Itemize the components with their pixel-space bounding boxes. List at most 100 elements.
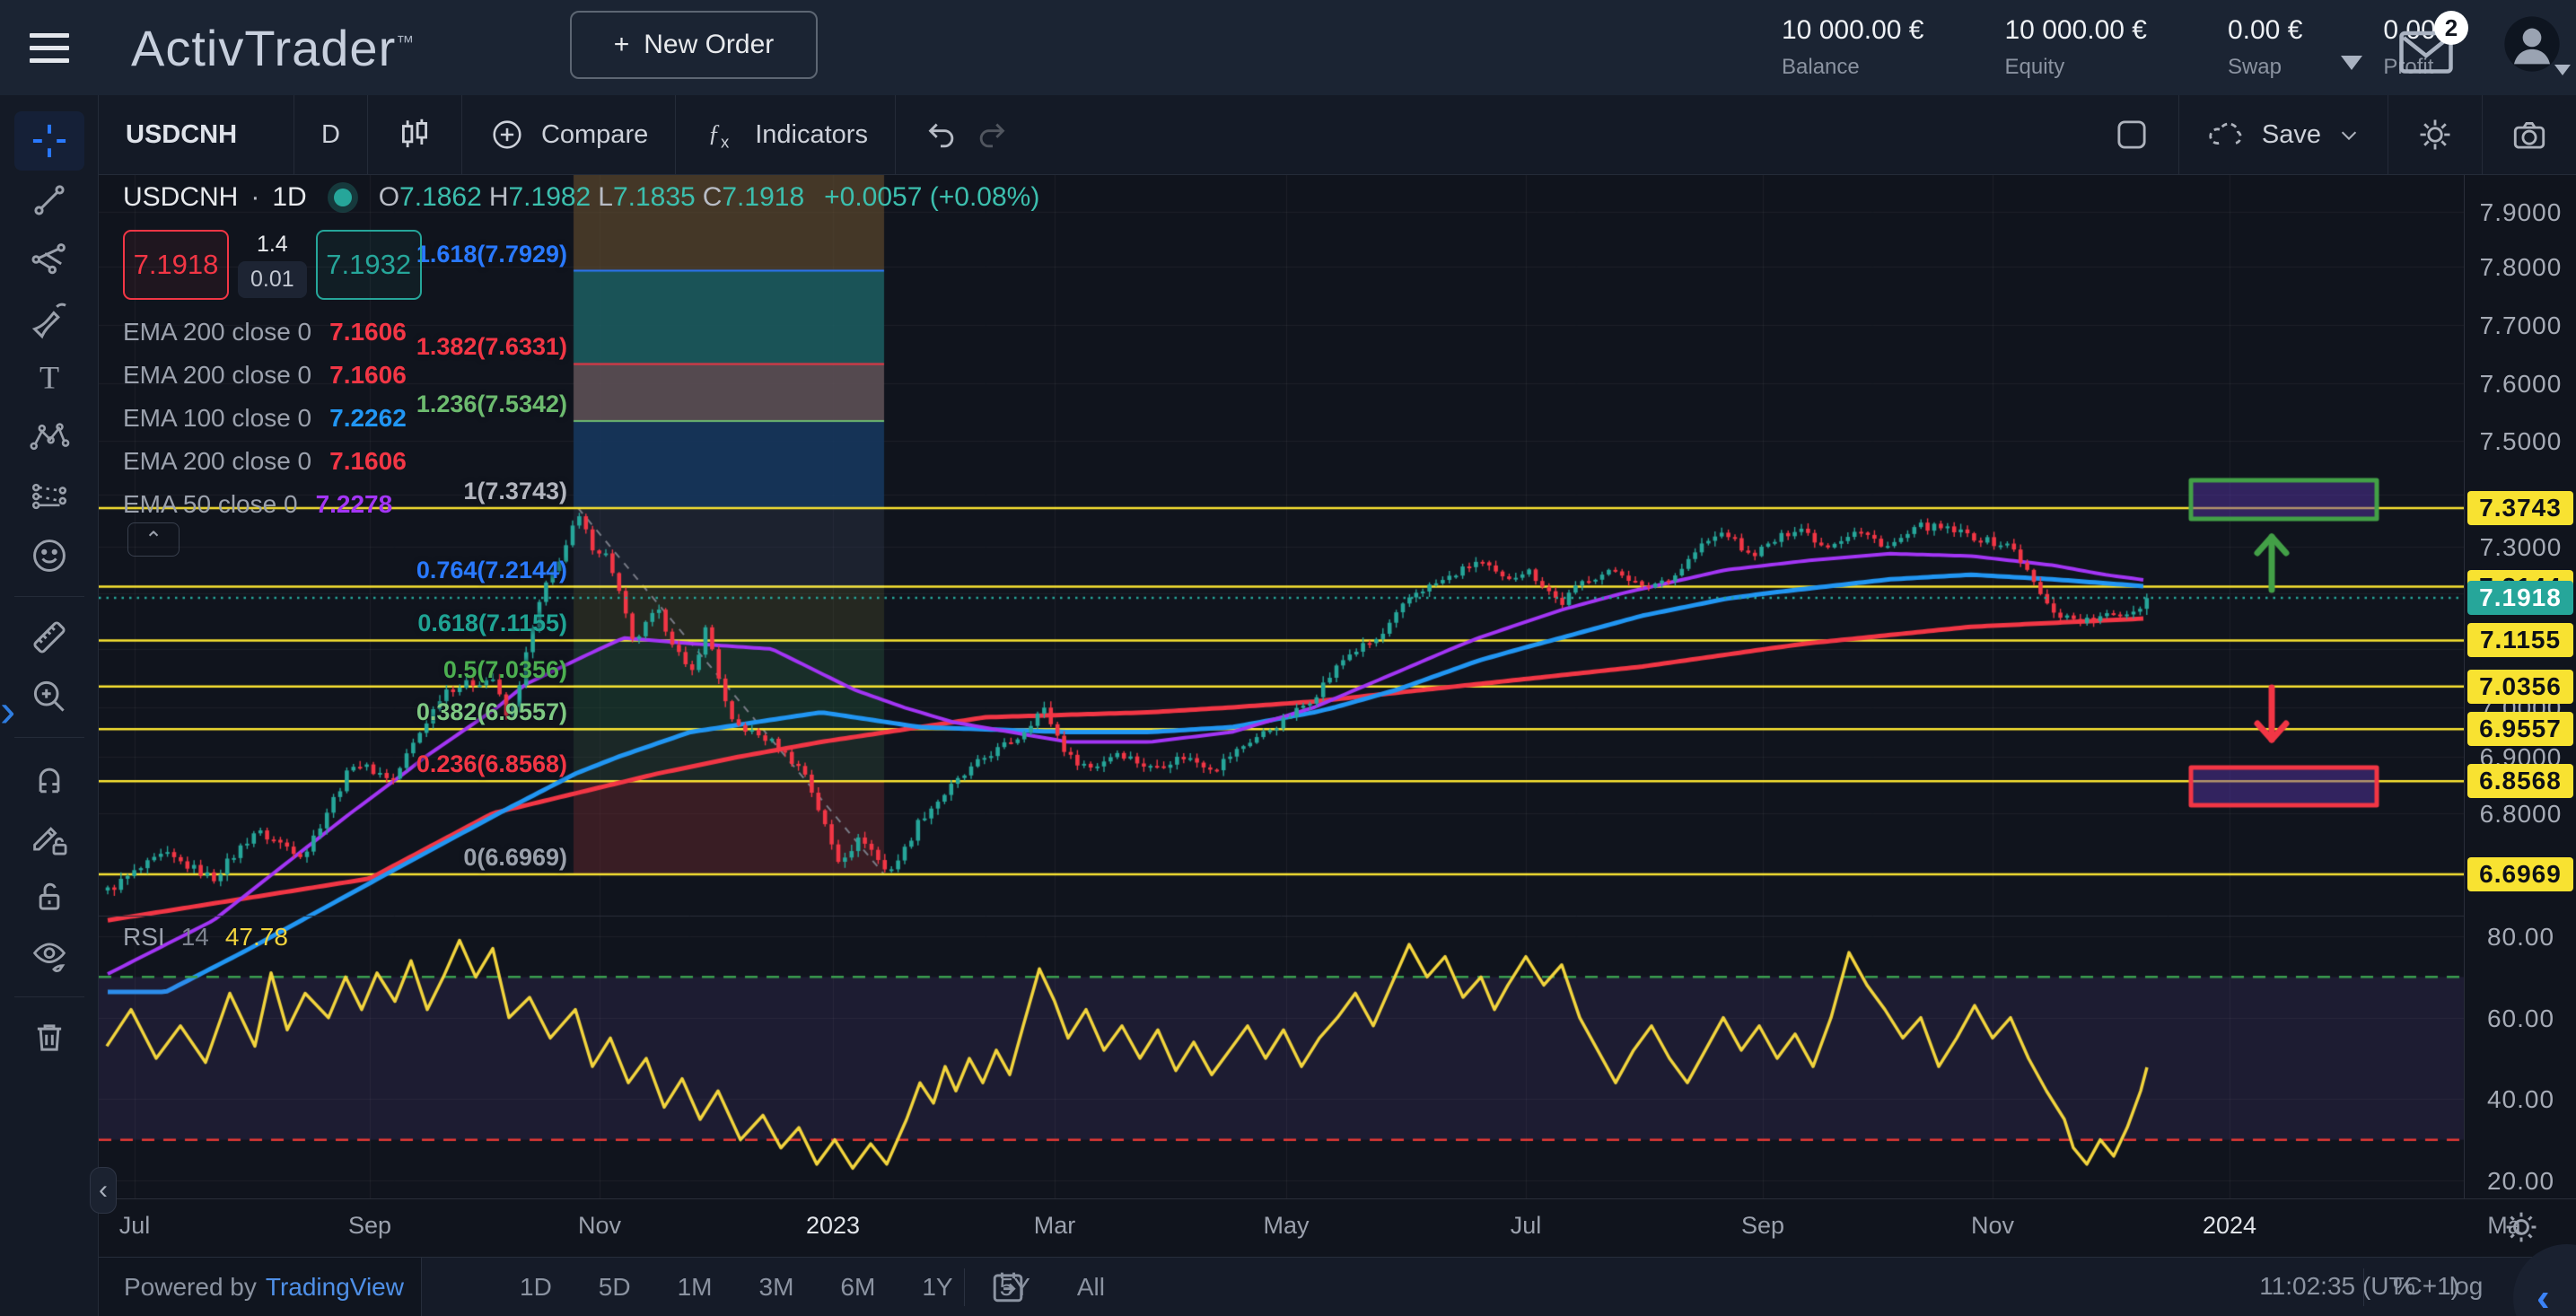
forecast-tool[interactable] (14, 467, 84, 526)
compare-button[interactable]: Compare (462, 95, 676, 174)
trend-line-tool[interactable] (14, 171, 84, 230)
emoji-tool[interactable] (14, 526, 84, 585)
cloud-save-icon (2206, 115, 2246, 154)
indicator-row[interactable]: EMA 200 close 0 7.1606 (123, 440, 407, 483)
pitchfork-tool[interactable] (14, 230, 84, 289)
activtrader-app: ActivTrader™ + New Order 10 000.00 €Bala… (0, 0, 2576, 1316)
range-button-6m[interactable]: 6M (828, 1269, 888, 1305)
indicator-row[interactable]: EMA 50 close 07.2278 (123, 483, 407, 526)
panel-collapse-handle[interactable]: ‹ (90, 1167, 117, 1214)
legend-symbol[interactable]: USDCNH (123, 182, 238, 213)
buy-price-button[interactable]: 7.1932 (316, 230, 422, 300)
redo-icon[interactable] (975, 117, 1011, 153)
legend-separator: · (250, 182, 259, 213)
time-axis[interactable]: JulSepNov2023MarMayJulSepNov2024Ma (99, 1198, 2576, 1257)
go-to-date-button[interactable] (987, 1267, 1029, 1314)
watchlist-expand-chevron-icon[interactable]: › (0, 684, 15, 738)
stat-value: 10 000.00 € (2004, 15, 2146, 46)
ohlc-key: L (598, 182, 613, 212)
time-tick: Sep (316, 1212, 424, 1240)
rsi-legend: RSI 14 47.78 (123, 923, 288, 952)
fullscreen-button[interactable] (2085, 95, 2178, 174)
text-tool[interactable]: T (14, 348, 84, 408)
ohlc-value: 7.1982 (508, 182, 591, 212)
indicator-row[interactable]: EMA 100 close 0 7.2262 (123, 397, 407, 440)
interval-button[interactable]: D (294, 95, 368, 174)
ohlc-value: 7.1862 (399, 182, 482, 212)
tradingview-link[interactable]: TradingView (266, 1273, 404, 1302)
ohlc-key: O (379, 182, 399, 212)
price-chart-canvas[interactable] (99, 175, 2464, 1198)
price-axis[interactable]: 7.90007.80007.70007.60007.50007.30007.00… (2464, 175, 2576, 1198)
zoom-in-tool[interactable] (14, 667, 84, 726)
range-button-1m[interactable]: 1M (665, 1269, 725, 1305)
notification-badge: 2 (2434, 11, 2468, 45)
lock-all-tool[interactable] (14, 867, 84, 926)
time-tick: Sep (1709, 1212, 1817, 1240)
level-price-badge: 6.9557 (2467, 712, 2573, 746)
time-tick: Ma (2450, 1212, 2558, 1240)
brush-tool[interactable] (14, 289, 84, 348)
fib-label: 0.382(6.9557) (416, 698, 567, 726)
save-button[interactable]: Save (2178, 95, 2388, 174)
spread-lot-group: 1.4 0.01 (238, 230, 307, 300)
notifications-button[interactable]: 2 (2395, 20, 2458, 77)
crosshair-tool[interactable] (14, 111, 84, 171)
collapse-indicators-button[interactable]: ⌃ (127, 522, 180, 557)
undo-redo-group (896, 95, 1038, 174)
legend-interval: 1D (272, 182, 306, 213)
sell-price-button[interactable]: 7.1918 (123, 230, 229, 300)
remove-drawings-tool[interactable] (14, 1008, 84, 1067)
indicator-value: 7.1606 (329, 447, 407, 476)
new-order-button[interactable]: + New Order (570, 11, 818, 79)
rsi-tick: 60.00 (2465, 1005, 2576, 1033)
xabcd-pattern-tool[interactable] (14, 408, 84, 467)
chart-style-button[interactable] (368, 95, 462, 174)
level-price-badge: 7.0356 (2467, 670, 2573, 704)
indicator-value: 7.2262 (329, 404, 407, 433)
hide-drawings-tool[interactable] (14, 926, 84, 986)
range-button-1y[interactable]: 1Y (909, 1269, 965, 1305)
rsi-tick: 20.00 (2465, 1167, 2576, 1196)
indicator-label: EMA 200 close 0 (123, 361, 311, 390)
fib-label: 0.618(7.1155) (417, 610, 567, 637)
range-button-5d[interactable]: 5D (586, 1269, 644, 1305)
fib-label: 1.236(7.5342) (416, 390, 567, 418)
app-logo: ActivTrader™ (131, 19, 415, 77)
time-tick: 2023 (779, 1212, 887, 1240)
avatar-dropdown-caret-icon[interactable] (2554, 65, 2571, 75)
indicators-button[interactable]: ƒx Indicators (676, 95, 896, 174)
fx-icon: ƒx (703, 117, 739, 153)
time-tick: 2024 (2176, 1212, 2283, 1240)
range-button-3m[interactable]: 3M (747, 1269, 807, 1305)
rsi-tick: 40.00 (2465, 1085, 2576, 1114)
symbol-search-button[interactable]: USDCNH (99, 95, 294, 174)
scale-button-log[interactable]: log (2449, 1272, 2483, 1301)
level-price-badge: 6.6969 (2467, 857, 2573, 891)
drawing-lock-tool[interactable] (14, 808, 84, 867)
hamburger-menu-icon[interactable] (0, 0, 99, 95)
chart-settings-button[interactable] (2388, 95, 2483, 174)
snapshot-button[interactable] (2483, 95, 2576, 174)
price-tick: 6.8000 (2465, 800, 2576, 829)
market-status-dot-icon[interactable] (334, 189, 352, 206)
lot-size-value[interactable]: 0.01 (238, 261, 307, 298)
indicator-label: EMA 100 close 0 (123, 404, 311, 433)
toolbar-divider (14, 737, 84, 738)
ohlc-key: H (489, 182, 509, 212)
account-stats: 10 000.00 €Balance10 000.00 €Equity0.00 … (1782, 0, 2458, 95)
price-tick: 7.9000 (2465, 198, 2576, 227)
scale-button-percent[interactable]: % (2393, 1272, 2415, 1301)
magnet-tool[interactable] (14, 749, 84, 808)
indicator-row[interactable]: EMA 200 close 07.1606 (123, 311, 407, 354)
measure-tool[interactable] (14, 608, 84, 667)
legend-ohlc: O7.1862H7.1982L7.1835C7.1918 (379, 182, 811, 213)
indicator-row[interactable]: EMA 200 close 07.1606 (123, 354, 407, 397)
account-avatar[interactable] (2502, 14, 2562, 81)
range-button-1d[interactable]: 1D (507, 1269, 565, 1305)
profit-dropdown-caret-icon[interactable] (2341, 56, 2362, 70)
indicator-label: EMA 200 close 0 (123, 447, 311, 476)
undo-icon[interactable] (923, 117, 959, 153)
stat-label: Equity (2004, 55, 2146, 80)
range-button-all[interactable]: All (1065, 1269, 1117, 1305)
